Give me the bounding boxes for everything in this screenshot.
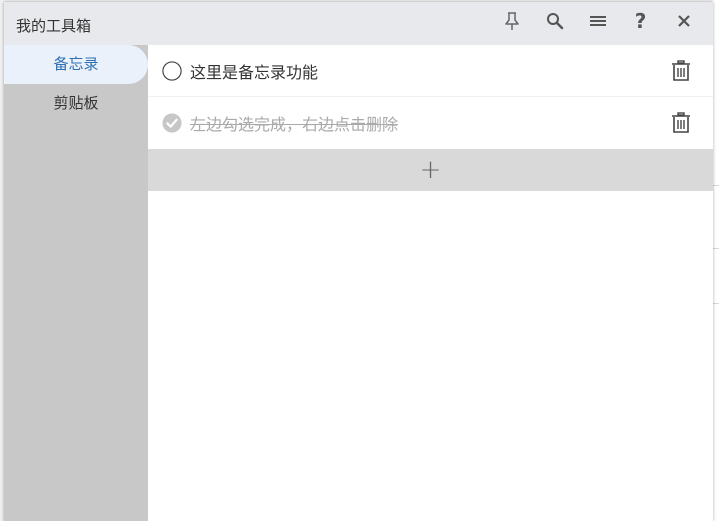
memo-panel: 这里是备忘录功能 左边勾选完成，右边点击删除 + <box>148 45 713 521</box>
checkbox-circle-icon[interactable] <box>162 60 182 81</box>
background-divider <box>713 303 719 304</box>
search-icon[interactable] <box>533 3 576 39</box>
add-memo-button[interactable]: + <box>148 149 713 191</box>
sidebar-item-label: 剪贴板 <box>53 94 99 112</box>
title-bar-actions: ? <box>490 2 705 40</box>
trash-icon[interactable] <box>671 111 691 134</box>
list-item: 左边勾选完成，右边点击删除 <box>148 96 713 148</box>
sidebar-item-memo[interactable]: 备忘录 <box>4 45 148 84</box>
background-window-edge <box>713 0 719 521</box>
memo-text: 左边勾选完成，右边点击删除 <box>190 114 399 134</box>
checkmark-circle-icon[interactable] <box>162 112 182 133</box>
help-icon[interactable]: ? <box>619 3 662 39</box>
memo-text: 这里是备忘录功能 <box>190 62 319 82</box>
list-item: 这里是备忘录功能 <box>148 45 713 96</box>
toolbox-window: 我的工具箱 ? 备忘录 剪贴板 这里是备忘录功能 左边勾选完成，右边点击删除 + <box>4 2 713 521</box>
background-divider <box>713 248 719 249</box>
trash-icon[interactable] <box>671 59 691 82</box>
sidebar: 备忘录 剪贴板 <box>4 45 148 521</box>
pin-icon[interactable] <box>490 3 533 39</box>
menu-icon[interactable] <box>576 3 619 39</box>
background-divider <box>713 185 719 186</box>
window-title: 我的工具箱 <box>16 17 92 35</box>
title-bar: 我的工具箱 ? <box>4 2 713 45</box>
plus-icon: + <box>419 155 442 185</box>
close-icon[interactable] <box>662 3 705 39</box>
sidebar-item-clipboard[interactable]: 剪贴板 <box>4 84 148 123</box>
sidebar-item-label: 备忘录 <box>53 55 99 73</box>
help-glyph: ? <box>634 9 647 33</box>
